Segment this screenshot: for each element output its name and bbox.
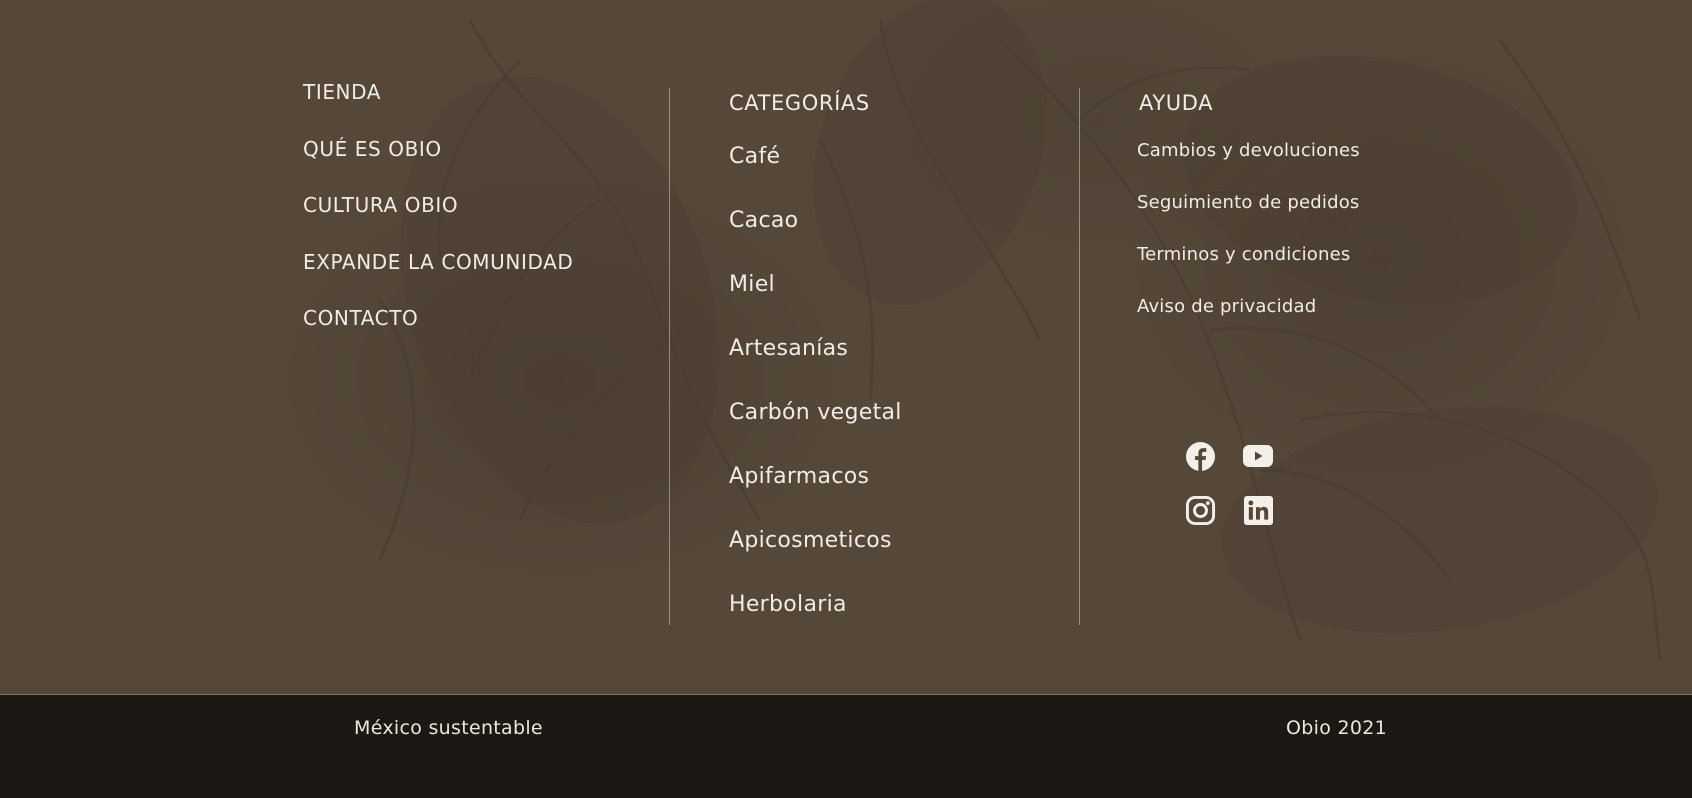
linkedin-icon[interactable] — [1242, 494, 1274, 526]
nav-link-que-es-obio[interactable]: QUÉ ES OBIO — [303, 135, 573, 163]
facebook-icon[interactable] — [1184, 440, 1216, 472]
nav-link-expande-la-comunidad[interactable]: EXPANDE LA COMUNIDAD — [303, 248, 573, 276]
social-links — [1184, 440, 1274, 526]
help-heading: AYUDA — [1139, 91, 1214, 115]
column-divider — [1079, 88, 1080, 625]
category-link-artesanias[interactable]: Artesanías — [729, 334, 902, 364]
categories-heading: CATEGORÍAS — [729, 91, 870, 115]
category-link-miel[interactable]: Miel — [729, 270, 902, 300]
help-link-terminos-y-condiciones[interactable]: Terminos y condiciones — [1137, 242, 1360, 268]
category-link-herbolaria[interactable]: Herbolaria — [729, 590, 902, 620]
category-link-cacao[interactable]: Cacao — [729, 206, 902, 236]
help-column: AYUDA Cambios y devoluciones Seguimiento… — [1137, 88, 1360, 346]
footer-main: TIENDA QUÉ ES OBIO CULTURA OBIO EXPANDE … — [0, 0, 1692, 694]
nav-link-contacto[interactable]: CONTACTO — [303, 304, 573, 332]
nav-link-cultura-obio[interactable]: CULTURA OBIO — [303, 191, 573, 219]
nav-link-tienda[interactable]: TIENDA — [303, 78, 573, 106]
help-link-cambios-y-devoluciones[interactable]: Cambios y devoluciones — [1137, 138, 1360, 164]
category-link-cafe[interactable]: Café — [729, 142, 902, 172]
category-link-apifarmacos[interactable]: Apifarmacos — [729, 462, 902, 492]
categories-list: Café Cacao Miel Artesanías Carbón vegeta… — [729, 142, 902, 620]
bottom-tagline: México sustentable — [354, 717, 543, 739]
help-link-aviso-de-privacidad[interactable]: Aviso de privacidad — [1137, 294, 1360, 320]
column-divider — [669, 88, 670, 625]
instagram-icon[interactable] — [1184, 494, 1216, 526]
copyright-text: Obio 2021 — [1286, 717, 1388, 739]
help-link-seguimiento-de-pedidos[interactable]: Seguimiento de pedidos — [1137, 190, 1360, 216]
youtube-icon[interactable] — [1242, 440, 1274, 472]
category-link-carbon-vegetal[interactable]: Carbón vegetal — [729, 398, 902, 428]
help-list: Cambios y devoluciones Seguimiento de pe… — [1137, 138, 1360, 320]
categories-column: CATEGORÍAS Café Cacao Miel Artesanías Ca… — [729, 88, 902, 654]
shop-navigation: TIENDA QUÉ ES OBIO CULTURA OBIO EXPANDE … — [303, 78, 573, 361]
category-link-apicosmeticos[interactable]: Apicosmeticos — [729, 526, 902, 556]
bottom-bar: México sustentable Obio 2021 — [0, 694, 1692, 798]
